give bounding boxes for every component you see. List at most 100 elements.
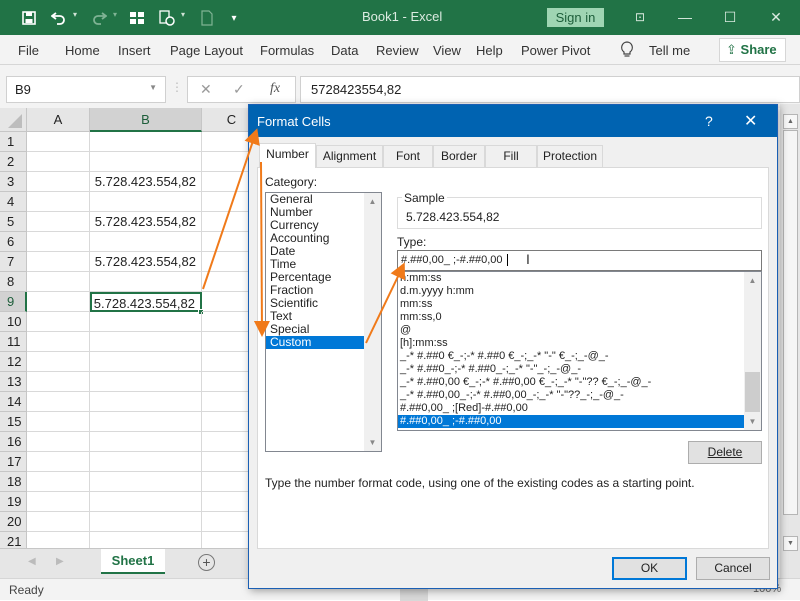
cell-c4[interactable] (202, 192, 248, 212)
category-scroll-up-icon[interactable]: ▲ (364, 193, 381, 210)
format-code-item[interactable]: #.##0,00_ ;-#.##0,00 (398, 415, 744, 428)
cell-c11[interactable] (202, 332, 248, 352)
select-all-button[interactable] (0, 108, 27, 132)
scroll-up-icon[interactable]: ▲ (783, 114, 798, 129)
row-header-17[interactable]: 17 (0, 452, 27, 472)
row-header-13[interactable]: 13 (0, 372, 27, 392)
cell-c13[interactable] (202, 372, 248, 392)
cell-b11[interactable] (90, 332, 202, 352)
cell-a13[interactable] (27, 372, 90, 392)
formula-input[interactable]: 5728423554,82 (300, 76, 800, 103)
tab-formulas[interactable]: Formulas (260, 43, 314, 58)
tab-fill[interactable]: Fill (485, 145, 537, 167)
cell-b7[interactable]: 5.728.423.554,82 (90, 252, 202, 272)
redo-icon[interactable] (90, 9, 108, 27)
tab-protection[interactable]: Protection (537, 145, 603, 167)
cell-a5[interactable] (27, 212, 90, 232)
cell-a20[interactable] (27, 512, 90, 532)
row-header-10[interactable]: 10 (0, 312, 27, 332)
file-link-icon[interactable] (198, 9, 216, 27)
row-header-4[interactable]: 4 (0, 192, 27, 212)
share-button[interactable]: ⇪ Share (719, 38, 786, 62)
cell-a16[interactable] (27, 432, 90, 452)
cell-b17[interactable] (90, 452, 202, 472)
cell-c17[interactable] (202, 452, 248, 472)
cell-a18[interactable] (27, 472, 90, 492)
redo-dropdown-icon[interactable]: ▾ (113, 10, 117, 19)
cell-a8[interactable] (27, 272, 90, 292)
row-header-19[interactable]: 19 (0, 492, 27, 512)
cell-c14[interactable] (202, 392, 248, 412)
tab-number[interactable]: Number (259, 143, 316, 168)
row-header-1[interactable]: 1 (0, 132, 27, 152)
cell-c21[interactable] (202, 532, 248, 548)
tab-font[interactable]: Font (383, 145, 433, 167)
cell-b6[interactable] (90, 232, 202, 252)
row-header-8[interactable]: 8 (0, 272, 27, 292)
cell-c1[interactable] (202, 132, 248, 152)
tab-insert[interactable]: Insert (118, 43, 151, 58)
format-code-item[interactable]: [h]:mm:ss (398, 337, 761, 350)
tab-view[interactable]: View (433, 43, 461, 58)
ribbon-display-icon[interactable]: ⊡ (630, 8, 650, 27)
cell-c19[interactable] (202, 492, 248, 512)
format-list-scrollbar[interactable]: ▲ ▼ (744, 272, 761, 430)
undo-icon[interactable] (50, 9, 68, 27)
cell-b5[interactable]: 5.728.423.554,82 (90, 212, 202, 232)
tab-file[interactable]: File (18, 43, 39, 58)
name-box[interactable]: B9 ▼ (6, 76, 166, 103)
dialog-title-bar[interactable]: Format Cells ? ✕ (249, 105, 777, 137)
column-header-b[interactable]: B (90, 108, 202, 132)
cell-b13[interactable] (90, 372, 202, 392)
row-header-5[interactable]: 5 (0, 212, 27, 232)
cell-c10[interactable] (202, 312, 248, 332)
cell-b3[interactable]: 5.728.423.554,82 (90, 172, 202, 192)
cell-a1[interactable] (27, 132, 90, 152)
cell-b4[interactable] (90, 192, 202, 212)
row-header-18[interactable]: 18 (0, 472, 27, 492)
format-scroll-thumb[interactable] (745, 372, 760, 412)
tab-review[interactable]: Review (376, 43, 419, 58)
row-header-11[interactable]: 11 (0, 332, 27, 352)
tab-alignment[interactable]: Alignment (316, 145, 383, 167)
cell-c7[interactable] (202, 252, 248, 272)
close-button[interactable]: ✕ (766, 8, 786, 27)
format-scroll-down-icon[interactable]: ▼ (744, 413, 761, 430)
ok-button[interactable]: OK (612, 557, 687, 580)
cancel-entry-button[interactable]: ✕ (200, 81, 212, 98)
help-button[interactable]: ? (705, 113, 713, 129)
minimize-button[interactable]: — (675, 8, 695, 27)
format-code-list[interactable]: h:mm:ss d.m.yyyy h:mm mm:ss mm:ss,0 @ [h]:mm:… (397, 271, 762, 431)
cancel-button[interactable]: Cancel (696, 557, 770, 580)
row-header-12[interactable]: 12 (0, 352, 27, 372)
tab-border[interactable]: Border (433, 145, 485, 167)
scroll-thumb[interactable] (783, 130, 798, 515)
cell-b14[interactable] (90, 392, 202, 412)
dialog-close-button[interactable]: ✕ (744, 111, 757, 131)
cell-a11[interactable] (27, 332, 90, 352)
row-header-6[interactable]: 6 (0, 232, 27, 252)
form-icon[interactable] (128, 9, 146, 27)
add-sheet-button[interactable]: + (198, 554, 215, 571)
customize-icon[interactable]: ▾ (225, 9, 243, 27)
row-header-2[interactable]: 2 (0, 152, 27, 172)
tab-home[interactable]: Home (65, 43, 100, 58)
cell-c12[interactable] (202, 352, 248, 372)
cell-a2[interactable] (27, 152, 90, 172)
cell-b8[interactable] (90, 272, 202, 292)
cell-c8[interactable] (202, 272, 248, 292)
cell-a7[interactable] (27, 252, 90, 272)
format-code-item[interactable]: _-* #.##0,00 €_-;-* #.##0,00 €_-;_-* "-"… (398, 376, 761, 389)
cell-b2[interactable] (90, 152, 202, 172)
format-scroll-up-icon[interactable]: ▲ (744, 272, 761, 289)
format-code-item[interactable]: #.##0,00_ ;[Red]-#.##0,00 (398, 402, 761, 415)
category-item-custom[interactable]: Custom (266, 336, 366, 349)
cell-c2[interactable] (202, 152, 248, 172)
name-box-dropdown-icon[interactable]: ▼ (149, 83, 157, 92)
tab-power-pivot[interactable]: Power Pivot (521, 43, 590, 58)
category-scroll-down-icon[interactable]: ▼ (364, 434, 381, 451)
cell-a6[interactable] (27, 232, 90, 252)
cell-a10[interactable] (27, 312, 90, 332)
format-code-item[interactable]: _-* #.##0 €_-;-* #.##0 €_-;_-* "-" €_-;_… (398, 350, 761, 363)
delete-button[interactable]: Delete (688, 441, 762, 464)
